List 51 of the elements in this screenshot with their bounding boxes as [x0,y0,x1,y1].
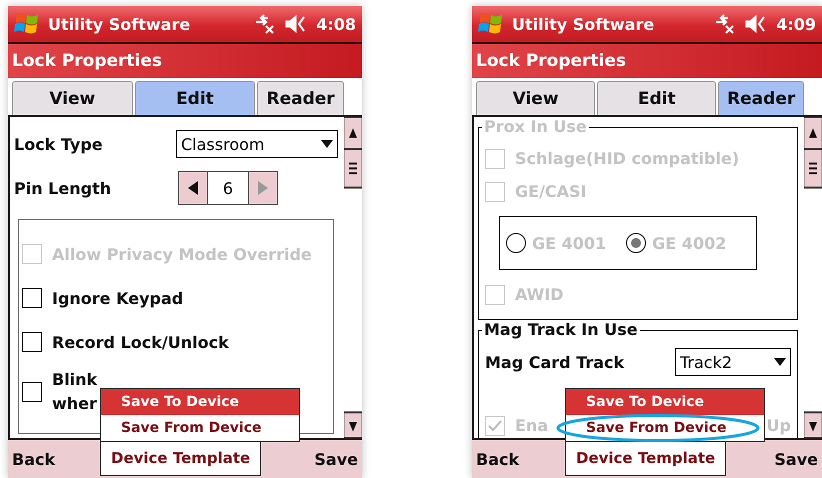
checkbox-label: Allow Privacy Mode Override [52,244,312,264]
menu-item[interactable]: Save To Device [566,389,764,415]
window-title: Lock Properties [476,51,626,71]
scrollbar[interactable] [804,117,822,438]
menu-button[interactable]: Device Template [100,440,262,476]
checkbox-label: Schlage(HID compatible) [515,149,740,168]
tab[interactable]: View [12,81,133,115]
checkbox[interactable] [22,332,42,352]
menu-button[interactable]: Device Template [565,440,726,476]
app-name: Utility Software [512,14,656,34]
tab[interactable]: Reader [718,81,804,115]
checkbox-label: Record Lock/Unlock [52,332,229,352]
checkbox-label: Ignore Keypad [52,288,184,308]
radio-label: GE 4001 [532,234,606,252]
save-button[interactable]: Save [774,450,818,468]
checkbox-label: wher [52,393,98,415]
checkbox[interactable] [22,382,42,402]
back-button[interactable]: Back [476,450,520,468]
connectivity-icon[interactable] [714,13,736,35]
checkbox-label: Up [766,416,791,435]
dropdown[interactable]: Track2 [675,348,791,376]
radio-label: GE 4002 [652,234,726,252]
caret-icon [321,140,333,148]
decrease-button[interactable] [179,172,208,204]
field-label: Mag Card Track [485,352,624,372]
left-arrow-icon [188,181,198,195]
tab[interactable]: View [476,81,596,115]
app-name: Utility Software [48,14,192,34]
checkbox-label: Blink [52,369,98,391]
caret-icon [774,358,786,366]
menu-item[interactable]: Save To Device [101,389,299,415]
checkbox-label: Ena [515,416,548,435]
tab[interactable]: Edit [134,81,256,115]
check-icon [488,420,502,432]
clock: 4:08 [316,14,356,34]
window-title: Lock Properties [12,51,162,71]
clock: 4:09 [776,14,816,34]
group-legend: Mag Track In Use [482,320,640,339]
field-label: Pin Length [14,178,112,198]
right-arrow-icon [258,181,268,195]
connectivity-icon[interactable] [254,13,276,35]
tab[interactable]: Edit [597,81,716,115]
tab[interactable]: Reader [257,81,344,115]
field-label: Lock Type [14,134,103,154]
checkbox-label: AWID [515,285,564,304]
checkbox[interactable] [22,288,42,308]
save-button[interactable]: Save [314,450,358,468]
checkbox-label: GE/CASI [515,182,587,201]
dropdown[interactable]: Classroom [176,130,338,158]
scrollbar[interactable] [344,117,362,438]
back-button[interactable]: Back [12,450,56,468]
